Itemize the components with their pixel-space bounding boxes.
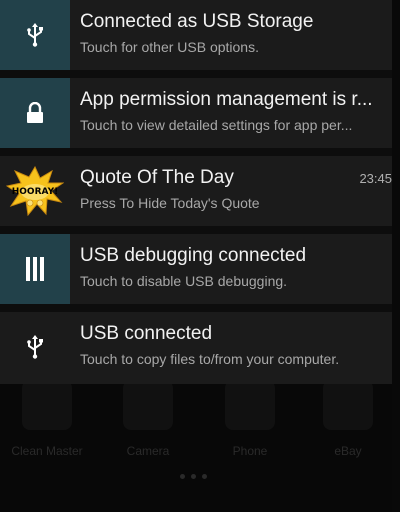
dock-app-camera: Camera bbox=[103, 380, 193, 458]
dock-app-label: eBay bbox=[334, 444, 362, 458]
usb-icon bbox=[0, 0, 70, 70]
notification-title: USB debugging connected bbox=[80, 245, 307, 266]
ebay-icon bbox=[323, 380, 373, 430]
dock-app-phone: Phone bbox=[205, 380, 295, 458]
page-indicator bbox=[180, 466, 220, 479]
notification-shade: Clean Master Camera Phone eBay Connected… bbox=[0, 0, 400, 512]
camera-icon bbox=[123, 380, 173, 430]
notification-quote-of-the-day[interactable]: HOORAY! Quote Of The Day 23:45 Press To … bbox=[0, 156, 392, 226]
notification-usb-connected[interactable]: USB connected Touch to copy files to/fro… bbox=[0, 312, 392, 384]
usb-icon bbox=[0, 312, 70, 382]
home-launcher-background: Clean Master Camera Phone eBay bbox=[0, 380, 400, 512]
phone-icon bbox=[225, 380, 275, 430]
notification-list: Connected as USB Storage Touch for other… bbox=[0, 0, 392, 384]
notification-time: 23:45 bbox=[359, 171, 392, 186]
svg-text:HOORAY!: HOORAY! bbox=[12, 187, 59, 197]
notification-title: App permission management is r... bbox=[80, 89, 373, 110]
dock-app-label: Clean Master bbox=[11, 444, 83, 458]
notification-text: Touch for other USB options. bbox=[80, 39, 259, 55]
notification-title: USB connected bbox=[80, 323, 213, 344]
clean-master-icon bbox=[22, 380, 72, 430]
notification-title: Connected as USB Storage bbox=[80, 11, 314, 32]
hooray-icon: HOORAY! bbox=[0, 156, 70, 226]
usb-debugging-icon bbox=[0, 234, 70, 304]
dock-app-label: Camera bbox=[126, 444, 170, 458]
dock-app-label: Phone bbox=[232, 444, 268, 458]
lock-icon bbox=[0, 78, 70, 148]
dock-app-clean-master: Clean Master bbox=[2, 380, 92, 458]
notification-app-permission[interactable]: App permission management is r... Touch … bbox=[0, 78, 392, 148]
screen-edge bbox=[392, 0, 400, 512]
notification-usb-debugging[interactable]: USB debugging connected Touch to disable… bbox=[0, 234, 392, 304]
notification-text: Touch to copy files to/from your compute… bbox=[80, 351, 340, 367]
notification-text: Touch to view detailed settings for app … bbox=[80, 117, 353, 133]
dock-app-ebay: eBay bbox=[303, 380, 393, 458]
notification-title: Quote Of The Day bbox=[80, 167, 234, 188]
notification-text: Press To Hide Today's Quote bbox=[80, 195, 260, 211]
notification-usb-storage[interactable]: Connected as USB Storage Touch for other… bbox=[0, 0, 392, 70]
notification-text: Touch to disable USB debugging. bbox=[80, 273, 288, 289]
